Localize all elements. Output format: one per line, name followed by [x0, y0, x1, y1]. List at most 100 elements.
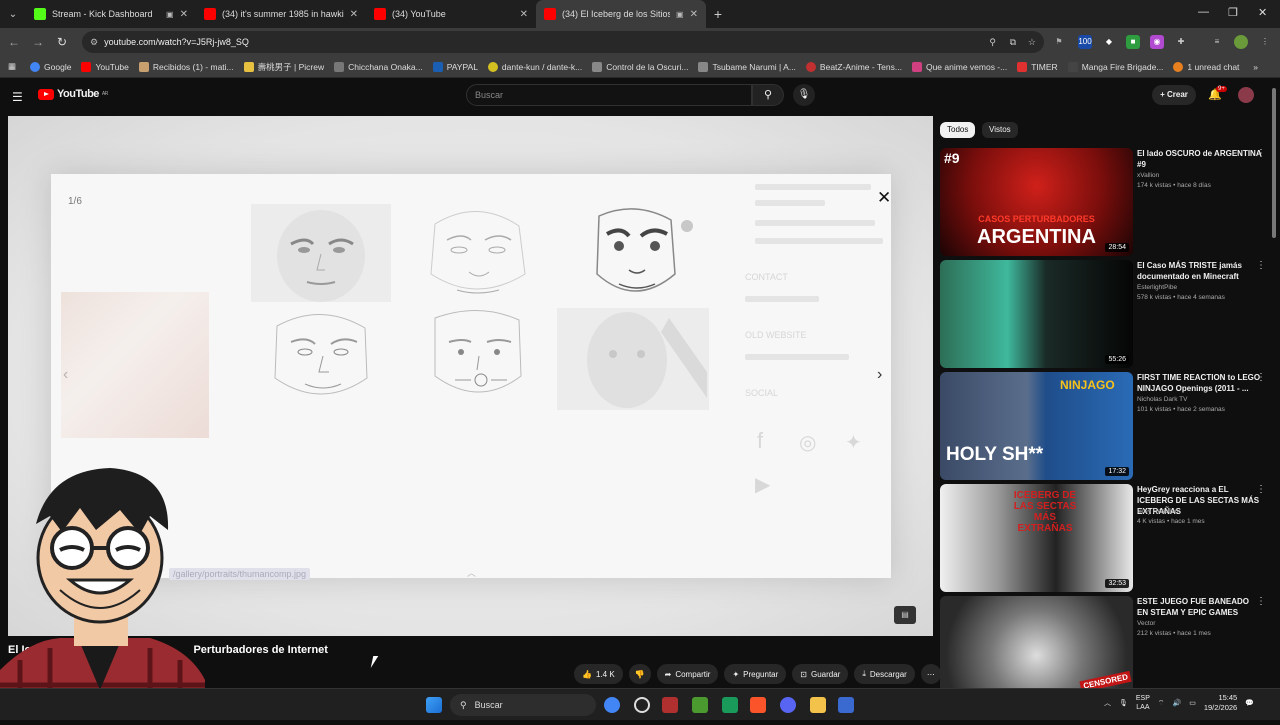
tray-overflow-icon[interactable]: ︿ [1104, 698, 1111, 708]
app-icon[interactable] [838, 697, 854, 713]
miniplayer-icon[interactable]: ▤ [894, 606, 916, 624]
extension-icon[interactable]: ◉ [1150, 35, 1164, 49]
bookmark-item[interactable]: BeatZ-Anime - Tens... [805, 61, 902, 72]
battery-icon[interactable]: ▭ [1189, 699, 1196, 707]
obs-icon[interactable] [634, 697, 650, 713]
bookmark-item[interactable]: Google [30, 61, 71, 72]
apps-grid-icon[interactable]: ▦ [8, 61, 16, 72]
dislike-button[interactable]: 👎 [628, 664, 651, 684]
windows-start-icon[interactable] [426, 697, 442, 713]
video-thumbnail[interactable]: NINJAGO HOLY SH** 17:32 [940, 372, 1133, 480]
create-button[interactable]: + Crear [1152, 85, 1196, 105]
video-card-title[interactable]: FIRST TIME REACTION to LEGO NINJAGO Open… [1137, 372, 1262, 394]
channel-name[interactable]: xVallion [1137, 172, 1159, 179]
install-icon[interactable]: ⧉ [1010, 37, 1016, 48]
browser-tab[interactable]: (34) YouTube ✕ [366, 0, 536, 28]
taskbar-search[interactable]: ⚲ Buscar [450, 694, 596, 716]
bookmark-item[interactable]: dante-kun / dante-k... [487, 61, 582, 72]
profile-avatar-icon[interactable] [1234, 35, 1248, 49]
channel-name[interactable]: Vector [1137, 620, 1155, 627]
tab-close-icon[interactable]: ✕ [690, 9, 698, 20]
video-menu-icon[interactable]: ⋮ [1256, 372, 1266, 383]
volume-icon[interactable]: 🔊 [1173, 699, 1182, 707]
channel-name[interactable]: Grey Reaction [1137, 508, 1179, 515]
chip-vistos[interactable]: Vistos [982, 122, 1018, 138]
channel-name[interactable]: Nicholas Dark TV [1137, 396, 1187, 403]
youtube-logo[interactable]: YouTube AR [38, 88, 108, 100]
window-close-icon[interactable]: ✕ [1258, 6, 1267, 19]
page-scrollbar[interactable] [1272, 88, 1276, 238]
like-button[interactable]: 👍 1.4 K [574, 664, 623, 684]
menu-icon[interactable]: ☰ [12, 90, 23, 104]
bookmark-item[interactable]: YouTube [81, 61, 129, 72]
browser-tab[interactable]: (34) it's summer 1985 in hawkin ✕ [196, 0, 366, 28]
video-card[interactable]: ICEBERG DE LAS SECTAS MÁS EXTRAÑAS 32:53… [940, 484, 1270, 592]
bookmark-item[interactable]: 1 unread chat [1173, 61, 1239, 72]
bookmark-item[interactable]: Manga Fire Brigade... [1067, 61, 1163, 72]
video-card-title[interactable]: El Caso MÁS TRISTE jamás documentado en … [1137, 260, 1262, 282]
video-card[interactable]: #9 CASOS PERTURBADORES ARGENTINA 28:54 E… [940, 148, 1270, 256]
video-thumbnail[interactable]: 55:26 [940, 260, 1133, 368]
maximize-icon[interactable]: ❐ [1228, 6, 1238, 19]
tab-media-icon[interactable]: ▣ [166, 10, 174, 19]
app-icon[interactable] [662, 697, 678, 713]
file-explorer-icon[interactable] [810, 697, 826, 713]
tab-search-icon[interactable]: ⌄ [0, 0, 26, 28]
back-icon[interactable]: ← [2, 35, 26, 49]
minimize-icon[interactable]: — [1198, 6, 1209, 18]
brave-icon[interactable] [750, 697, 766, 713]
clock[interactable]: 15:45 19/2/2026 [1204, 693, 1237, 713]
bookmark-item[interactable]: Tsubame Narumi | A... [698, 61, 796, 72]
save-button[interactable]: ⊡ Guardar [792, 664, 849, 684]
video-card[interactable]: NINJAGO HOLY SH** 17:32 FIRST TIME REACT… [940, 372, 1270, 480]
bookmark-item[interactable]: TIMER [1017, 61, 1058, 72]
video-menu-icon[interactable]: ⋮ [1256, 260, 1266, 271]
language-indicator[interactable]: ESP LAA [1136, 694, 1150, 712]
video-thumbnail[interactable]: ICEBERG DE LAS SECTAS MÁS EXTRAÑAS 32:53 [940, 484, 1133, 592]
browser-tab[interactable]: Stream - Kick Dashboard ▣ ✕ [26, 0, 196, 28]
download-button[interactable]: ⤓ Descargar [854, 664, 915, 684]
extension-icon[interactable]: ⚑ [1052, 35, 1066, 49]
more-bookmarks-icon[interactable]: » [1253, 62, 1258, 72]
search-input[interactable]: Buscar [466, 84, 752, 106]
url-field[interactable]: ⚙ youtube.com/watch?v=J5Rj-jw8_SQ ⚲ ⧉ ☆ [82, 31, 1044, 53]
browser-tab-active[interactable]: (34) El Iceberg de los Sitios ▣ ✕ [536, 0, 706, 28]
discord-icon[interactable] [780, 697, 796, 713]
video-menu-icon[interactable]: ⋮ [1256, 148, 1266, 159]
bookmark-item[interactable]: 壽桃男子 | Picrew [243, 61, 324, 73]
tab-close-icon[interactable]: ✕ [180, 9, 188, 20]
forward-icon[interactable]: → [26, 35, 50, 49]
extension-icon[interactable]: ◆ [1102, 35, 1116, 49]
bookmark-item[interactable]: Control de la Oscuri... [592, 61, 688, 72]
new-tab-button[interactable]: + [706, 6, 730, 22]
account-avatar[interactable] [1238, 87, 1254, 103]
video-menu-icon[interactable]: ⋮ [1256, 484, 1266, 495]
app-icon[interactable] [692, 697, 708, 713]
tab-media-icon[interactable]: ▣ [676, 10, 684, 19]
notifications-icon[interactable]: 💬 [1245, 699, 1254, 707]
app-icon[interactable] [722, 697, 738, 713]
chip-todos[interactable]: Todos [940, 122, 976, 138]
bookmark-item[interactable]: Chicchana Onaka... [334, 61, 423, 72]
channel-name[interactable]: EsterlightPibe [1137, 284, 1177, 291]
zoom-icon[interactable]: ⚲ [989, 37, 996, 48]
media-control-icon[interactable]: ≡ [1210, 35, 1224, 49]
bookmark-item[interactable]: Recibidos (1) - mati... [138, 61, 234, 72]
bookmark-item[interactable]: PAYPAL [432, 61, 478, 72]
more-actions-button[interactable]: ⋯ [920, 664, 941, 684]
site-info-icon[interactable]: ⚙ [90, 37, 98, 48]
voice-search-button[interactable]: 🎙 [793, 84, 815, 106]
video-card-title[interactable]: El lado OSCURO de ARGENTINA #9 [1137, 148, 1262, 170]
wifi-icon[interactable]: ⌔ [1158, 699, 1165, 708]
extension-icon[interactable]: 100 [1078, 35, 1092, 49]
extensions-puzzle-icon[interactable]: ✚ [1174, 35, 1188, 49]
video-card-title[interactable]: ESTE JUEGO FUE BANEADO EN STEAM Y EPIC G… [1137, 596, 1262, 618]
browser-menu-icon[interactable]: ⋮ [1258, 35, 1272, 49]
video-thumbnail[interactable]: #9 CASOS PERTURBADORES ARGENTINA 28:54 [940, 148, 1133, 256]
video-card[interactable]: 55:26 El Caso MÁS TRISTE jamás documenta… [940, 260, 1270, 368]
ask-button[interactable]: ✦ Preguntar [724, 664, 787, 684]
tab-close-icon[interactable]: ✕ [520, 9, 528, 20]
bookmark-star-icon[interactable]: ☆ [1028, 37, 1036, 48]
microphone-icon[interactable]: 🎙 [1119, 699, 1128, 707]
bookmark-item[interactable]: Que anime vemos -... [911, 61, 1007, 72]
